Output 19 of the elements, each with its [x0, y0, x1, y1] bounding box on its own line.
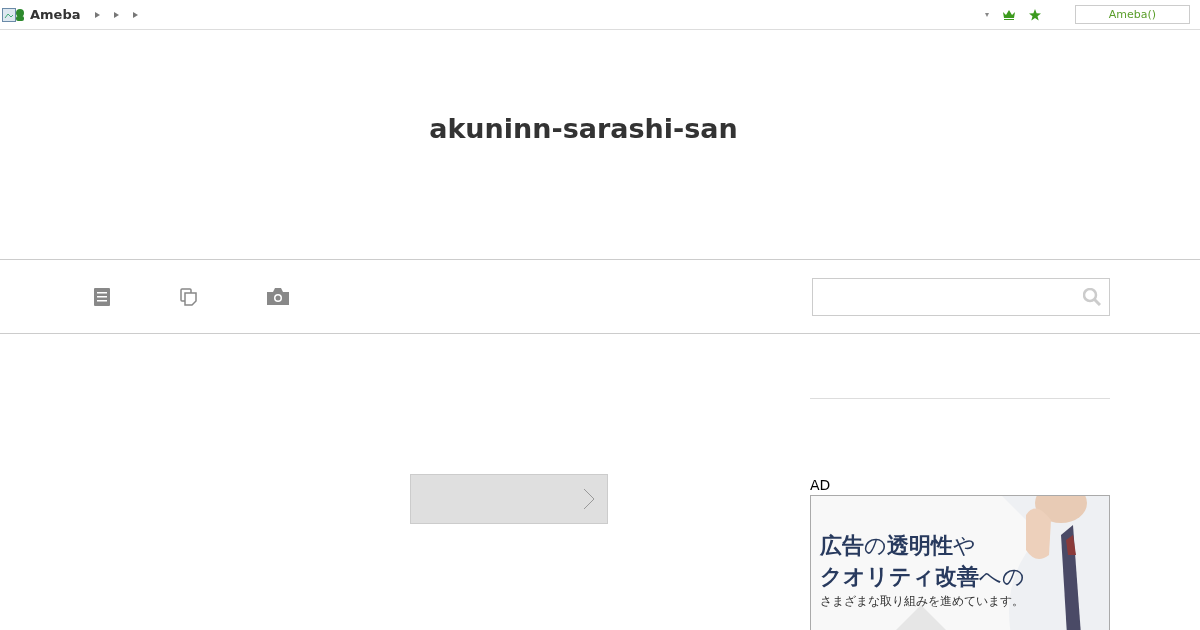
- camera-icon[interactable]: [267, 288, 289, 305]
- ad-text: 広告の透明性や: [820, 532, 977, 560]
- dropdown-caret[interactable]: ▾: [985, 10, 989, 19]
- crown-icon[interactable]: [1003, 9, 1015, 20]
- arrow-icon[interactable]: [113, 11, 119, 18]
- chevron-right-icon: [583, 488, 595, 510]
- arrow-icon[interactable]: [132, 11, 138, 18]
- ad-text: クオリティ改善への: [820, 563, 1025, 591]
- blog-title[interactable]: akuninn-sarashi-san: [429, 113, 738, 147]
- search-field[interactable]: [812, 277, 1110, 316]
- ad-label: AD: [810, 477, 832, 495]
- star-icon[interactable]: [1029, 8, 1041, 21]
- document-icon[interactable]: [94, 287, 110, 306]
- ad-banner[interactable]: 広告の透明性や クオリティ改善への さまざまな取り組みを進めています。: [810, 495, 1110, 630]
- ad-text: さまざまな取り組みを進めています。: [820, 594, 1025, 609]
- copy-icon[interactable]: [180, 287, 197, 306]
- broken-image-icon: [2, 7, 16, 22]
- arrow-icon[interactable]: [94, 11, 100, 18]
- logo[interactable]: Ameba: [30, 7, 81, 22]
